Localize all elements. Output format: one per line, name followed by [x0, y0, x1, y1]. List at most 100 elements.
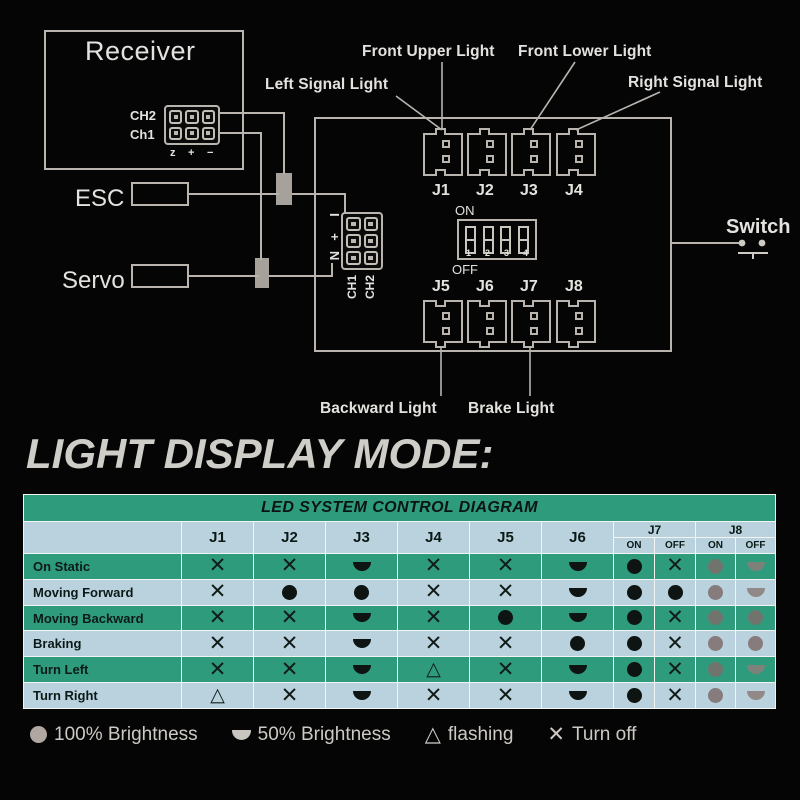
table-cell — [541, 682, 614, 709]
receiver-ch1-label: Ch1 — [130, 127, 155, 142]
page-title: LIGHT DISPLAY MODE: — [26, 430, 494, 477]
glyph-half-brightness — [568, 613, 587, 623]
dip-off-label: OFF — [452, 262, 478, 277]
table-cell — [695, 656, 736, 684]
table-cell — [734, 578, 777, 606]
glyph-half-brightness — [568, 690, 587, 700]
connector-j4-label: J4 — [565, 182, 583, 199]
glyph-turn-off: ✕ — [208, 554, 227, 578]
glyph-full-brightness — [708, 584, 723, 600]
table-cell — [734, 604, 777, 632]
legend-item-label: 100% Brightness — [54, 723, 198, 745]
wire-ch1-drop — [260, 132, 262, 260]
connector-j6 — [467, 300, 507, 348]
table-cell — [541, 578, 614, 606]
table-row: Moving Forward ✕ ✕ ✕ — [23, 578, 777, 606]
table-cell — [654, 578, 696, 606]
receiver-pin — [185, 110, 199, 124]
glyph-turn-off: ✕ — [496, 683, 515, 707]
servo-label: Servo — [62, 267, 125, 294]
table-row: Moving Backward ✕ ✕ ✕ ✕ — [23, 604, 777, 632]
board-signal-i: I — [327, 213, 342, 217]
glyph-full-brightness — [748, 610, 764, 626]
table-cell — [541, 630, 614, 658]
legend-item-label: flashing — [447, 723, 514, 745]
glyph-turn-off: ✕ — [496, 554, 515, 578]
table-cell — [613, 630, 655, 658]
connector-j1 — [423, 128, 463, 176]
receiver-ch2-label: CH2 — [130, 108, 157, 123]
glyph-turn-off: ✕ — [424, 580, 443, 604]
table-row-label: Turn Right — [23, 682, 182, 709]
table-cell — [734, 630, 777, 658]
table-cell: ✕ — [469, 553, 542, 580]
glyph-full-brightness — [708, 558, 723, 574]
table-header-j4: J4 — [397, 521, 470, 554]
glyph-turn-off: ✕ — [280, 554, 299, 578]
table-header-j1: J1 — [181, 521, 254, 554]
glyph-turn-off: ✕ — [280, 657, 299, 681]
legend-item: △ flashing — [425, 722, 514, 747]
board-pin — [363, 251, 378, 265]
table-cell — [253, 578, 326, 606]
receiver-title: Receiver — [85, 36, 196, 66]
glyph-full-brightness — [626, 687, 642, 703]
glyph-full-brightness — [667, 584, 683, 600]
table-header-j6: J6 — [541, 521, 614, 554]
screenshot-root: Receiver CH2 Ch1 z + − ESC Servo I + N C… — [0, 0, 800, 800]
legend-item-label: 50% Brightness — [257, 723, 391, 745]
table-cell: ✕ — [181, 604, 254, 632]
table-header-j8: J8 ON OFF — [694, 521, 777, 554]
callout-front-upper-light: Front Upper Light — [362, 43, 495, 60]
table-cell — [541, 656, 614, 684]
receiver-pin — [169, 126, 183, 140]
wire-esc-to-plug — [189, 193, 279, 195]
legend-item-label: Turn off — [572, 723, 637, 745]
servo-plug — [255, 258, 269, 288]
table-header-j8-title: J8 — [696, 522, 776, 538]
table-cell — [325, 553, 398, 580]
dip-number-4: 4 — [523, 248, 529, 258]
glyph-full-brightness — [708, 610, 723, 626]
glyph-full-brightness — [498, 610, 513, 626]
table-cell: ✕ — [654, 682, 696, 709]
dip-number-2: 2 — [485, 248, 491, 258]
board-pin — [346, 251, 361, 265]
table-cell: ✕ — [469, 682, 542, 709]
glyph-turn-off: ✕ — [496, 631, 515, 655]
glyph-half-brightness — [746, 664, 765, 674]
connector-j2-label: J2 — [476, 182, 494, 199]
glyph-full-brightness — [354, 584, 369, 600]
table-header-j2: J2 — [253, 521, 326, 554]
glyph-turn-off: ✕ — [496, 657, 515, 681]
table-header-row: J1 J2 J3 J4 J5 J6 J7 ON OFF J8 ON OFF — [23, 521, 777, 554]
connector-j1-label: J1 — [432, 182, 450, 199]
switch-symbol-icon[interactable] — [736, 232, 784, 262]
connector-j3 — [511, 128, 551, 176]
receiver-pin-legend-z: z — [170, 147, 176, 159]
table-caption: LED SYSTEM CONTROL DIAGRAM — [22, 494, 777, 522]
table-cell: ✕ — [181, 578, 254, 606]
glyph-half-brightness — [352, 690, 371, 700]
led-control-table-wrap: LED SYSTEM CONTROL DIAGRAM J1 J2 J3 J4 J5 J6 J… — [22, 494, 777, 709]
board-ch1-label: CH1 — [345, 275, 359, 300]
receiver-pin — [185, 126, 199, 140]
legend-item: ✕ Turn off — [547, 722, 636, 747]
table-cell: ✕ — [654, 553, 696, 580]
dip-number-1: 1 — [466, 248, 472, 258]
glyph-turn-off: ✕ — [424, 683, 443, 707]
wire-ch1 — [220, 132, 262, 134]
table-cell — [541, 553, 614, 580]
table-cell: ✕ — [181, 553, 254, 580]
led-control-table: LED SYSTEM CONTROL DIAGRAM J1 J2 J3 J4 J5 J6 J… — [22, 494, 777, 709]
table-row-label: On Static — [23, 553, 182, 580]
table-cell — [695, 604, 736, 632]
table-row-label: Turn Left — [23, 656, 182, 684]
dip-on-label: ON — [455, 203, 475, 218]
glyph-half-brightness — [568, 664, 587, 674]
table-row: Braking ✕ ✕ ✕ ✕ ✕ — [23, 630, 777, 658]
glyph-turn-off: ✕ — [208, 657, 227, 681]
legend-item: 100% Brightness — [30, 724, 198, 746]
receiver-pin-legend-minus: − — [207, 147, 214, 159]
table-cell — [325, 630, 398, 658]
